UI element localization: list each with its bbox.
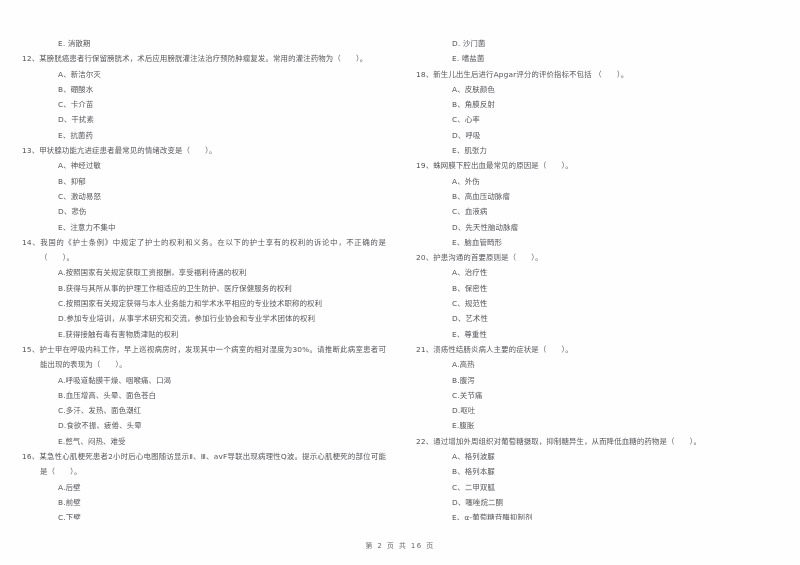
question-number-16: 16、 <box>22 452 40 462</box>
question-stem-21: 21、溃疡性结肠炎病人主要的症状是（ ）。 <box>416 342 778 357</box>
page-columns: E. 消散期 12、某膀胱癌患者行保留膀胱术，术后应用膀胱灌注法治疗预防肿瘤复发… <box>0 0 800 520</box>
option-16-c[interactable]: C.下壁 <box>22 510 386 520</box>
option-12-e[interactable]: E、抗菌药 <box>22 128 386 143</box>
option-19-e[interactable]: E、脑血管畸形 <box>416 235 778 250</box>
question-stem-19: 19、蛛网膜下腔出血最常见的原因是（ ）。 <box>416 158 778 173</box>
option-22-c[interactable]: C、二甲双胍 <box>416 480 778 495</box>
question-text-18: 新生儿出生后进行Apgar评分的评价指标不包括 （ ）。 <box>433 69 629 79</box>
option-12-d[interactable]: D、干扰素 <box>22 112 386 127</box>
option-20-c[interactable]: C、规范性 <box>416 296 778 311</box>
option-18-d[interactable]: D、呼吸 <box>416 128 778 143</box>
question-block-12: 12、某膀胱癌患者行保留膀胱术，术后应用膀胱灌注法治疗预防肿瘤复发。常用的灌注药… <box>22 51 386 143</box>
option-12-b[interactable]: B、硼酸水 <box>22 82 386 97</box>
question-block-18: 18、新生儿出生后进行Apgar评分的评价指标不包括 （ ）。 A、皮肤颜色 B… <box>416 67 778 159</box>
option-18-e[interactable]: E、肌张力 <box>416 143 778 158</box>
question-block-22: 22、通过增加外周组织对葡萄糖摄取，抑制糖异生，从而降低血糖的药物是（ ）。 A… <box>416 434 778 520</box>
orphan-option-e[interactable]: E. 嗜盐菌 <box>416 51 778 66</box>
option-22-d[interactable]: D、噻唑烷二酮 <box>416 495 778 510</box>
question-block-13: 13、甲状腺功能亢进症患者最常见的情绪改变是（ ）。 A、神经过敏 B、抑郁 C… <box>22 143 386 235</box>
question-block-19: 19、蛛网膜下腔出血最常见的原因是（ ）。 A、外伤 B、高血压动脉瘤 C、血液… <box>416 158 778 250</box>
option-20-b[interactable]: B、保密性 <box>416 281 778 296</box>
question-stem-16: 16、某急性心肌梗死患者2小时后心电图随访显示Ⅱ、Ⅲ、avF导联出现病理性Q波。… <box>22 449 386 480</box>
option-13-d[interactable]: D、悲伤 <box>22 204 386 219</box>
question-block-15: 15、护士甲在呼吸内科工作，早上巡视病房时，发现其中一个病室的相对湿度为30%。… <box>22 342 386 449</box>
option-21-b[interactable]: B.腹泻 <box>416 373 778 388</box>
question-text-15: 护士甲在呼吸内科工作，早上巡视病房时，发现其中一个病室的相对湿度为30%。请推断… <box>39 344 386 370</box>
question-block-21: 21、溃疡性结肠炎病人主要的症状是（ ）。 A.高热 B.腹泻 C.关节痛 D.… <box>416 342 778 434</box>
question-stem-14: 14、我国的《护士条例》中规定了护士的权利和义务。在以下的护士享有的权利的诉论中… <box>22 235 386 266</box>
option-21-e[interactable]: E.腹胀 <box>416 418 778 433</box>
question-stem-20: 20、护患沟通的首要原则是（ ）。 <box>416 250 778 265</box>
option-18-c[interactable]: C、心率 <box>416 112 778 127</box>
option-16-b[interactable]: B.前壁 <box>22 495 386 510</box>
option-22-a[interactable]: A、格列波脲 <box>416 449 778 464</box>
question-text-13: 甲状腺功能亢进症患者最常见的情绪改变是（ ）。 <box>39 146 217 156</box>
option-20-e[interactable]: E、尊重性 <box>416 327 778 342</box>
option-16-a[interactable]: A.后壁 <box>22 480 386 495</box>
option-21-a[interactable]: A.高热 <box>416 357 778 372</box>
option-19-d[interactable]: D、先天性脑动脉瘤 <box>416 220 778 235</box>
option-15-d[interactable]: D.食欲不振、疲倦、头晕 <box>22 418 386 433</box>
question-number-14: 14、 <box>22 237 41 247</box>
question-block-14: 14、我国的《护士条例》中规定了护士的权利和义务。在以下的护士享有的权利的诉论中… <box>22 235 386 342</box>
option-19-b[interactable]: B、高血压动脉瘤 <box>416 189 778 204</box>
option-14-a[interactable]: A.按照国家有关规定获取工资报酬，享受福利待遇的权利 <box>22 265 386 280</box>
option-18-b[interactable]: B、角膜反射 <box>416 97 778 112</box>
right-column: D. 沙门菌 E. 嗜盐菌 18、新生儿出生后进行Apgar评分的评价指标不包括… <box>400 36 778 520</box>
question-text-20: 护患沟通的首要原则是（ ）。 <box>433 253 543 263</box>
option-21-c[interactable]: C.关节痛 <box>416 388 778 403</box>
option-13-e[interactable]: E、注意力不集中 <box>22 220 386 235</box>
option-15-c[interactable]: C.多汗、发热、面色潮红 <box>22 403 386 418</box>
option-13-c[interactable]: C、激动易怒 <box>22 189 386 204</box>
option-20-a[interactable]: A、治疗性 <box>416 265 778 280</box>
option-20-d[interactable]: D、艺术性 <box>416 311 778 326</box>
option-13-a[interactable]: A、神经过敏 <box>22 158 386 173</box>
question-text-12: 某膀胱癌患者行保留膀胱术，术后应用膀胱灌注法治疗预防肿瘤复发。常用的灌注药物为（… <box>39 54 368 64</box>
exam-page: E. 消散期 12、某膀胱癌患者行保留膀胱术，术后应用膀胱灌注法治疗预防肿瘤复发… <box>0 0 800 565</box>
question-number-15: 15、 <box>22 344 40 354</box>
orphan-option-d[interactable]: D. 沙门菌 <box>416 36 778 51</box>
orphan-option: E. 消散期 <box>58 39 91 48</box>
question-block-20: 20、护患沟通的首要原则是（ ）。 A、治疗性 B、保密性 C、规范性 D、艺术… <box>416 250 778 342</box>
question-number-21: 21、 <box>416 344 434 354</box>
question-number-13: 13、 <box>22 146 40 156</box>
question-number-20: 20、 <box>416 253 434 263</box>
question-text-22: 通过增加外周组织对葡萄糖摄取，抑制糖异生，从而降低血糖的药物是（ ）。 <box>433 436 702 446</box>
option-18-a[interactable]: A、皮肤颜色 <box>416 82 778 97</box>
option-14-c[interactable]: C.按照国家有关规定获得与本人业务能力和学术水平相应的专业技术职称的权利 <box>22 296 386 311</box>
option-12-c[interactable]: C、卡介苗 <box>22 97 386 112</box>
option-15-e[interactable]: E.憋气、闷热、难受 <box>22 434 386 449</box>
question-number-22: 22、 <box>416 436 434 446</box>
question-number-19: 19、 <box>416 161 434 171</box>
question-stem-13: 13、甲状腺功能亢进症患者最常见的情绪改变是（ ）。 <box>22 143 386 158</box>
option-19-c[interactable]: C、血液病 <box>416 204 778 219</box>
question-text-14: 我国的《护士条例》中规定了护士的权利和义务。在以下的护士享有的权利的诉论中，不正… <box>40 237 386 263</box>
question-stem-18: 18、新生儿出生后进行Apgar评分的评价指标不包括 （ ）。 <box>416 67 778 82</box>
question-text-21: 溃疡性结肠炎病人主要的症状是（ ）。 <box>433 344 573 354</box>
question-number-18: 18、 <box>416 69 434 79</box>
question-stem-15: 15、护士甲在呼吸内科工作，早上巡视病房时，发现其中一个病室的相对湿度为30%。… <box>22 342 386 373</box>
question-stem-22: 22、通过增加外周组织对葡萄糖摄取，抑制糖异生，从而降低血糖的药物是（ ）。 <box>416 434 778 449</box>
option-14-e[interactable]: E.获得接触有毒有害物质津贴的权利 <box>22 327 386 342</box>
question-block-16: 16、某急性心肌梗死患者2小时后心电图随访显示Ⅱ、Ⅲ、avF导联出现病理性Q波。… <box>22 449 386 520</box>
option-14-b[interactable]: B.获得与其所从事的护理工作相适应的卫生防护、医疗保健服务的权利 <box>22 281 386 296</box>
question-stem-12: 12、某膀胱癌患者行保留膀胱术，术后应用膀胱灌注法治疗预防肿瘤复发。常用的灌注药… <box>22 51 386 66</box>
option-13-b[interactable]: B、抑郁 <box>22 174 386 189</box>
option-22-e[interactable]: E、α-葡萄糖苷酶抑制剂 <box>416 510 778 520</box>
page-footer: 第 2 页 共 16 页 <box>365 542 435 550</box>
option-14-d[interactable]: D.参加专业培训，从事学术研究和交流，参加行业协会和专业学术团体的权利 <box>22 311 386 326</box>
left-column: E. 消散期 12、某膀胱癌患者行保留膀胱术，术后应用膀胱灌注法治疗预防肿瘤复发… <box>22 36 400 520</box>
option-12-a[interactable]: A、新洁尔灭 <box>22 67 386 82</box>
option-21-d[interactable]: D.呕吐 <box>416 403 778 418</box>
question-text-16: 某急性心肌梗死患者2小时后心电图随访显示Ⅱ、Ⅲ、avF导联出现病理性Q波。提示心… <box>39 452 386 477</box>
option-15-a[interactable]: A.呼吸道黏膜干燥、咽喉痛、口渴 <box>22 373 386 388</box>
option-15-b[interactable]: B.血压增高、头晕、面色苍白 <box>22 388 386 403</box>
question-number-12: 12、 <box>22 54 40 64</box>
question-text-19: 蛛网膜下腔出血最常见的原因是（ ）。 <box>433 161 573 171</box>
option-19-a[interactable]: A、外伤 <box>416 174 778 189</box>
option-22-b[interactable]: B、格列本脲 <box>416 464 778 479</box>
